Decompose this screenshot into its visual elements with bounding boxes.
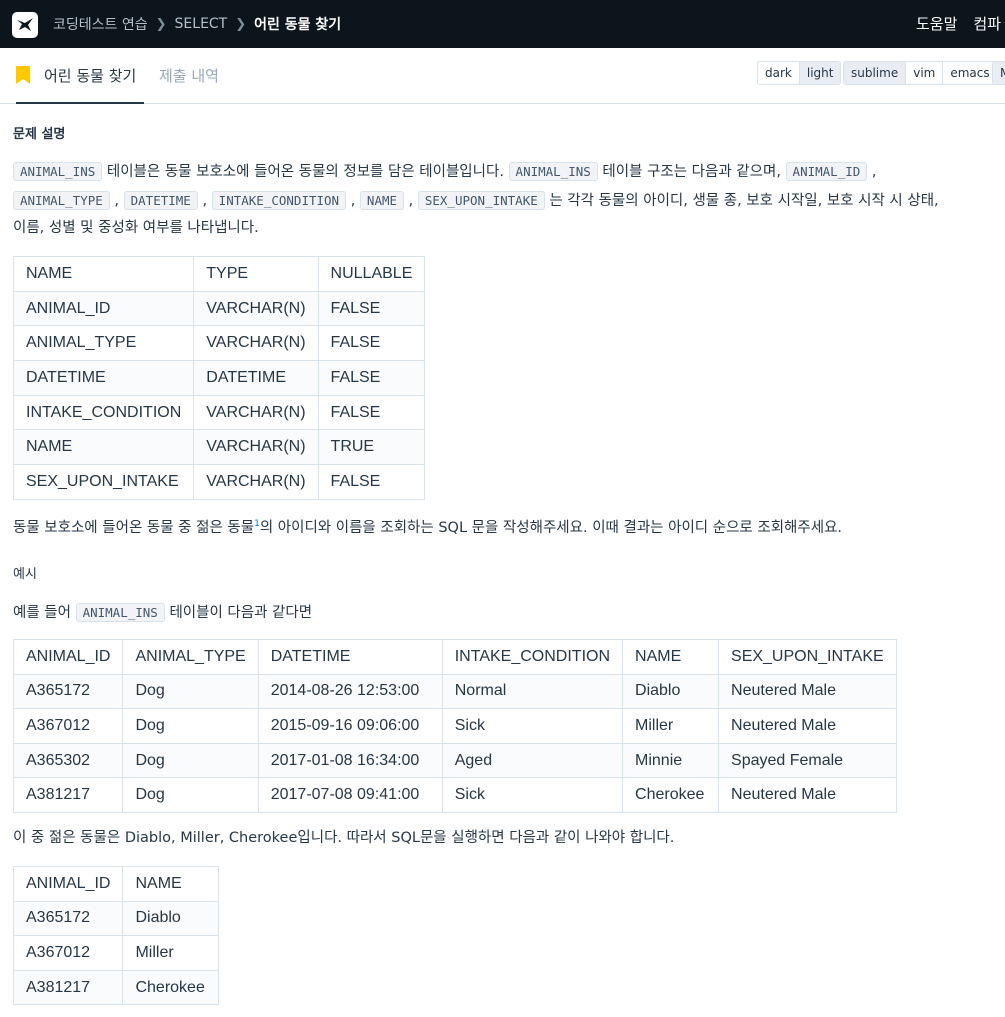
problem-tab-bar: 어린 동물 찾기 제출 내역 dark light sublime vim em… [0, 48, 1005, 104]
inline-code: ANIMAL_TYPE [13, 191, 110, 210]
example-table: ANIMAL_ID ANIMAL_TYPE DATETIME INTAKE_CO… [12, 639, 897, 813]
table-row: A381217 Cherokee [12, 969, 220, 1006]
table-row: INTAKE_CONDITION VARCHAR(N) FALSE [12, 394, 426, 431]
table-row: A365172 Dog 2014-08-26 12:53:00 Normal Diabl… [12, 673, 897, 710]
breadcrumb-item-current: 어린 동물 찾기 [254, 17, 342, 33]
inline-code: SEX_UPON_INTAKE [417, 191, 545, 210]
editor-vim-button[interactable]: vim [905, 62, 943, 84]
breadcrumb-item-select[interactable]: SELECT [175, 16, 228, 32]
inline-code: DATETIME [123, 191, 198, 210]
inline-code: ANIMAL_INS [508, 162, 598, 181]
inline-code: ANIMAL_INS [75, 603, 165, 622]
chevron-right-icon: ❯ [235, 16, 247, 32]
description-line-2: ANIMAL_TYPE , DATETIME , INTAKE_CONDITIO… [13, 186, 939, 216]
editor-sublime-button[interactable]: sublime [844, 62, 906, 84]
tab-problem-label: 어린 동물 찾기 [44, 66, 137, 85]
tab-submissions[interactable]: 제출 내역 [159, 65, 219, 86]
table-row: NAME VARCHAR(N) TRUE [12, 429, 426, 466]
breadcrumb-item-practice[interactable]: 코딩테스트 연습 [53, 14, 148, 34]
table-row: A367012 Dog 2015-09-16 09:06:00 Sick Miller N… [12, 708, 897, 744]
help-link[interactable]: 도움말 [916, 13, 957, 34]
bookmark-icon [16, 66, 30, 84]
example-title: 예시 [13, 567, 37, 582]
editor-mode-toggle: sublime vim emacs [843, 61, 998, 85]
table-row: A367012 Miller [12, 935, 220, 971]
table-row: SEX_UPON_INTAKE VARCHAR(N) FALSE [12, 464, 426, 500]
top-navbar: 코딩테스트 연습 ❯ SELECT ❯ 어린 동물 찾기 도움말 컴파 [0, 0, 1005, 48]
table-header-row: NAME TYPE NULLABLE [12, 256, 426, 292]
chevron-right-icon: ❯ [155, 16, 167, 32]
description-line-1: ANIMAL_INS 테이블은 동물 보호소에 들어온 동물의 정보를 담은 테… [13, 157, 877, 187]
table-header-row: ANIMAL_ID NAME [12, 866, 220, 902]
compiler-link[interactable]: 컴파 [973, 13, 1001, 34]
table-row: DATETIME DATETIME FALSE [12, 360, 426, 396]
theme-toggle: dark light [757, 61, 842, 85]
result-table: ANIMAL_ID NAME A365172 Diablo A367012 Mill… [12, 866, 220, 1006]
inline-code: ANIMAL_ID [785, 162, 868, 181]
theme-light-button[interactable]: light [798, 62, 841, 84]
table-row: A365302 Dog 2017-01-08 16:34:00 Aged Minnie S… [12, 742, 897, 779]
programmers-logo-icon[interactable] [12, 12, 38, 38]
top-right-links: 도움말 컴파 [916, 13, 1005, 34]
table-row: ANIMAL_TYPE VARCHAR(N) FALSE [12, 325, 426, 362]
table-row: A381217 Dog 2017-07-08 09:41:00 Sick Cheroke… [12, 777, 897, 813]
table-row: ANIMAL_ID VARCHAR(N) FALSE [12, 290, 426, 327]
table-header-row: ANIMAL_ID ANIMAL_TYPE DATETIME INTAKE_CO… [12, 639, 897, 675]
theme-dark-button[interactable]: dark [758, 62, 799, 84]
example-text: 예를 들어 ANIMAL_INS 테이블이 다음과 같다면 [13, 603, 313, 622]
result-text: 이 중 젊은 동물은 Diablo, Miller, Cherokee입니다. … [13, 830, 675, 846]
schema-table: NAME TYPE NULLABLE ANIMAL_ID VARCHAR(N) FA… [12, 256, 426, 500]
cutoff-button[interactable]: M [993, 62, 1005, 84]
inline-code: ANIMAL_INS [13, 162, 103, 181]
cutoff-toggle: M [992, 61, 1005, 85]
inline-code: INTAKE_CONDITION [211, 191, 347, 210]
inline-code: NAME [359, 191, 405, 210]
tab-problem[interactable]: 어린 동물 찾기 [16, 48, 145, 104]
breadcrumb: 코딩테스트 연습 ❯ SELECT ❯ 어린 동물 찾기 [53, 14, 341, 34]
table-row: A365172 Diablo [12, 900, 220, 937]
description-line-3: 이름, 성별 및 중성화 여부를 나타냅니다. [13, 220, 259, 236]
editor-emacs-button[interactable]: emacs [942, 62, 997, 84]
question-text: 동물 보호소에 들어온 동물 중 젊은 동물1의 아이디와 이름을 조회하는 S… [13, 519, 843, 536]
section-title: 문제 설명 [13, 127, 66, 142]
